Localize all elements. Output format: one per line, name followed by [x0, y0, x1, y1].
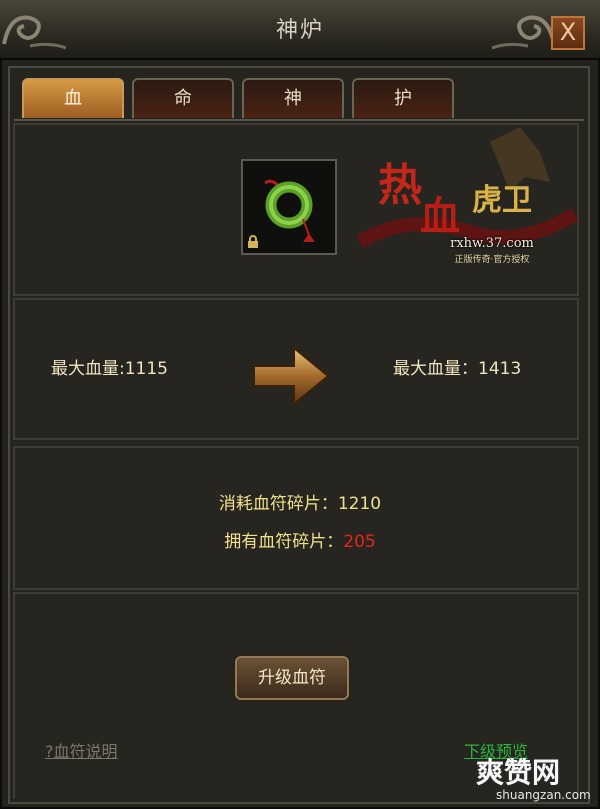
owned-fragments: 拥有血符碎片：205 — [0, 527, 600, 552]
title-bar: 神炉 X — [0, 0, 600, 60]
close-button[interactable]: X — [551, 16, 585, 50]
consume-fragments: 消耗血符碎片：1210 — [0, 489, 600, 514]
tab-life-orb[interactable]: 命珠 — [132, 78, 234, 147]
help-link[interactable]: ?血符说明 — [45, 738, 118, 762]
watermark-logo: 爽赞网 — [476, 756, 561, 789]
tab-shield[interactable]: 护盾 — [352, 78, 454, 147]
svg-text:血: 血 — [420, 193, 460, 240]
tab-blood-talisman[interactable]: 血符 — [22, 78, 124, 147]
right-arrow-icon — [253, 345, 330, 407]
watermark-domain: shuangzan.com — [496, 788, 591, 802]
consume-value: 1210 — [337, 494, 382, 514]
logo-domain: rxhw.37.com — [450, 236, 534, 251]
owned-value: 205 — [343, 532, 376, 552]
next-max-hp: 最大血量：1413 — [393, 359, 522, 379]
svg-text:热: 热 — [378, 160, 422, 211]
owned-label: 拥有血符碎片： — [224, 532, 344, 552]
lock-icon — [248, 235, 258, 248]
tab-bar: 血符 命珠 神石 护盾 — [22, 78, 454, 147]
current-max-hp: 最大血量:1115 — [51, 359, 168, 379]
item-slot[interactable] — [241, 159, 337, 255]
tab-divine-stone[interactable]: 神石 — [242, 78, 344, 147]
shenlu-window: 神炉 X 血符 命珠 神石 护盾 热 血 虎卫 rxhw.37.com 正版传奇… — [0, 0, 600, 809]
consume-label: 消耗血符碎片： — [218, 494, 338, 514]
upgrade-button[interactable]: 升级血符 — [235, 656, 349, 700]
logo-tagline: 正版传奇·官方授权 — [454, 255, 530, 265]
window-title: 神炉 — [275, 18, 324, 43]
svg-text:虎卫: 虎卫 — [472, 183, 532, 218]
tab-divider — [14, 119, 584, 121]
cost-panel — [13, 446, 579, 590]
